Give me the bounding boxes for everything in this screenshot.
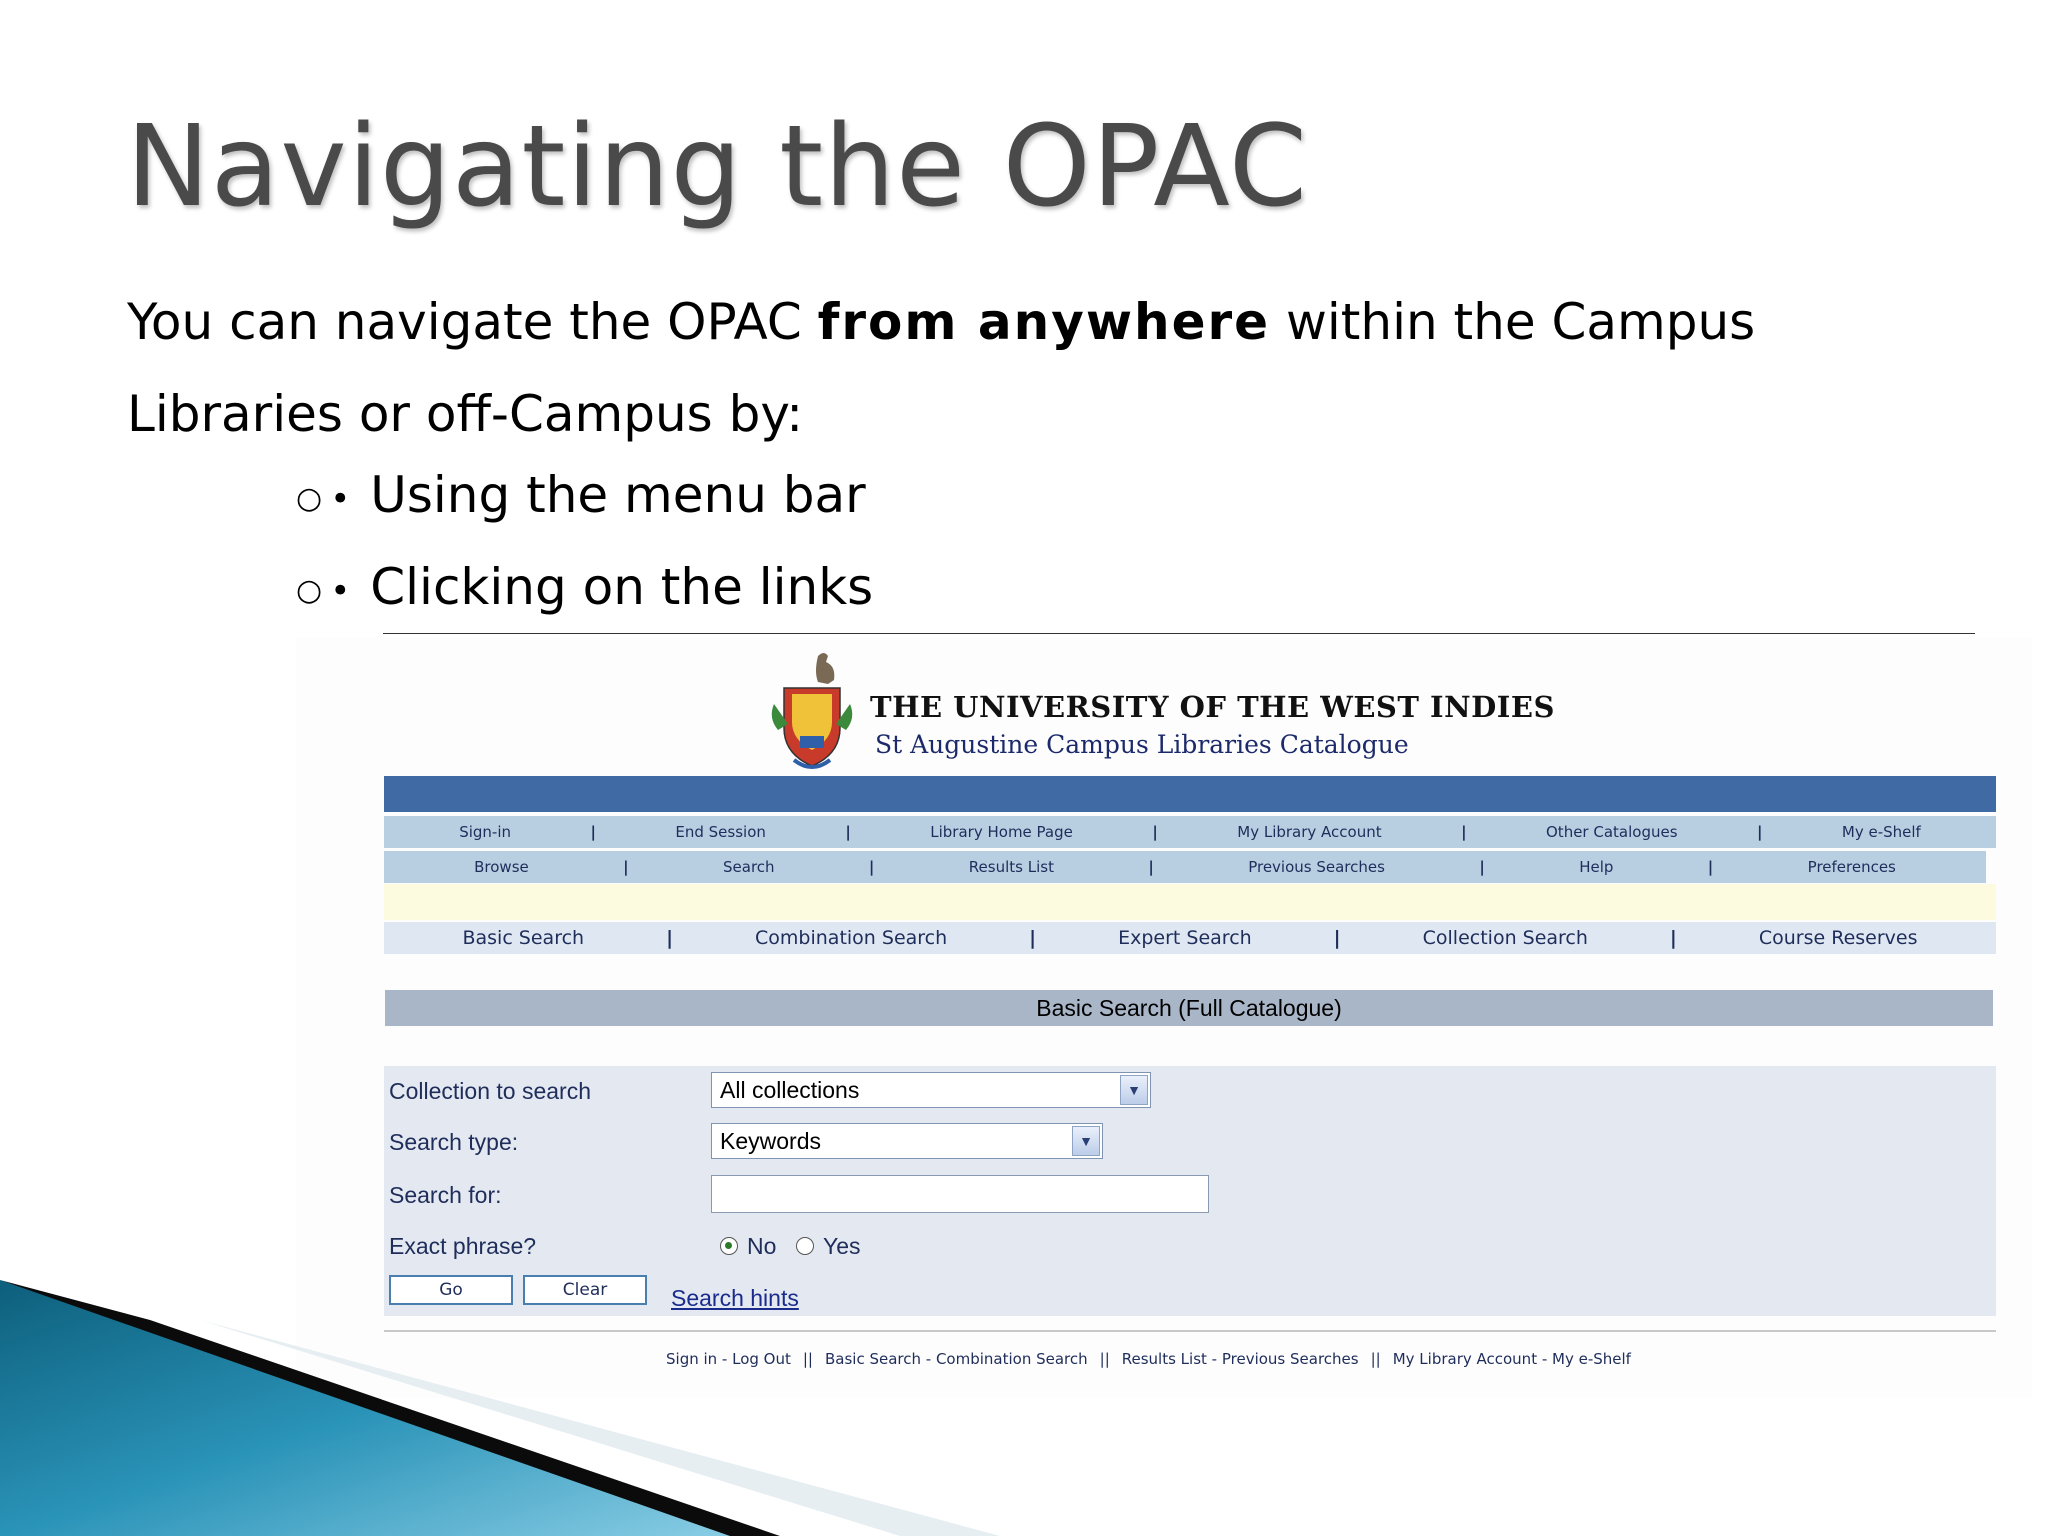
nav-separator: | (1148, 858, 1154, 876)
nav-end-session[interactable]: End Session (600, 823, 841, 841)
search-type-select[interactable]: Keywords ▼ (711, 1123, 1103, 1159)
intro-bold: from anywhere (817, 293, 1271, 351)
search-type-select-value: Keywords (720, 1128, 821, 1154)
exact-no-label: No (747, 1233, 777, 1259)
bullet-circle-icon: ○ (296, 573, 323, 608)
nav-my-library-account[interactable]: My Library Account (1162, 823, 1457, 841)
divider-line (383, 633, 1975, 634)
nav-separator: | (590, 823, 596, 841)
nav-other-catalogues[interactable]: Other Catalogues (1471, 823, 1753, 841)
slide-decoration (0, 1280, 1000, 1536)
message-bar (384, 884, 1996, 920)
tab-course-reserves[interactable]: Course Reserves (1680, 927, 1996, 949)
nav-preferences[interactable]: Preferences (1718, 858, 1986, 876)
slide-title: Navigating the OPAC (126, 102, 1309, 232)
exact-yes-radio[interactable] (796, 1237, 814, 1255)
nav-menu-row-2: Browse | Search | Results List | Previou… (384, 851, 1986, 883)
collection-select[interactable]: All collections ▼ (711, 1072, 1151, 1108)
nav-separator: | (1707, 858, 1714, 876)
nav-menu-row-1: Sign-in | End Session | Library Home Pag… (384, 816, 1996, 848)
footer-separator: || (1099, 1350, 1110, 1368)
bullet-circle-icon: ○ (296, 481, 323, 516)
chevron-down-icon[interactable]: ▼ (1120, 1075, 1148, 1105)
bullet-dot-icon: • (330, 570, 351, 611)
header-bar (384, 776, 1996, 812)
bullet-item: ○ • Clicking on the links (296, 558, 873, 616)
tab-basic-search[interactable]: Basic Search (384, 927, 663, 949)
intro-text: You can navigate the OPAC from anywhere … (127, 276, 1977, 460)
nav-separator: | (1152, 823, 1158, 841)
tab-combination-search[interactable]: Combination Search (677, 927, 1026, 949)
tab-separator: | (1333, 927, 1341, 949)
exact-phrase-label: Exact phrase? (389, 1233, 537, 1259)
nav-results-list[interactable]: Results List (879, 858, 1144, 876)
nav-separator: | (1461, 823, 1467, 841)
nav-separator: | (623, 858, 629, 876)
nav-search[interactable]: Search (633, 858, 865, 876)
nav-separator: | (1479, 858, 1485, 876)
nav-separator: | (845, 823, 851, 841)
nav-separator: | (868, 858, 875, 876)
collection-select-value: All collections (720, 1077, 860, 1103)
nav-sign-in[interactable]: Sign-in (384, 823, 586, 841)
search-input[interactable] (711, 1175, 1209, 1213)
footer-account-link[interactable]: My Library Account - My e-Shelf (1393, 1350, 1631, 1368)
nav-library-home-page[interactable]: Library Home Page (855, 823, 1148, 841)
nav-browse[interactable]: Browse (384, 858, 619, 876)
bullet-item: ○ • Using the menu bar (296, 466, 866, 524)
exact-yes-label: Yes (823, 1233, 861, 1259)
uwi-crest-icon (771, 653, 853, 769)
bullet-text: Clicking on the links (370, 558, 874, 616)
footer-separator: || (1370, 1350, 1381, 1368)
nav-my-e-shelf[interactable]: My e-Shelf (1767, 823, 1996, 841)
section-heading: Basic Search (Full Catalogue) (385, 990, 1993, 1026)
search-tabs: Basic Search | Combination Search | Expe… (384, 922, 1996, 954)
nav-previous-searches[interactable]: Previous Searches (1158, 858, 1475, 876)
collection-label: Collection to search (389, 1078, 591, 1104)
footer-results-link[interactable]: Results List - Previous Searches (1122, 1350, 1359, 1368)
chevron-down-icon[interactable]: ▼ (1072, 1126, 1100, 1156)
bullet-dot-icon: • (330, 478, 351, 519)
tab-collection-search[interactable]: Collection Search (1344, 927, 1666, 949)
search-type-label: Search type: (389, 1129, 519, 1155)
intro-prefix: You can navigate the OPAC (127, 293, 818, 351)
bullet-text: Using the menu bar (370, 466, 866, 524)
exact-no-radio[interactable] (720, 1237, 738, 1255)
tab-expert-search[interactable]: Expert Search (1040, 927, 1331, 949)
tab-separator: | (666, 927, 674, 949)
tab-separator: | (1029, 927, 1037, 949)
university-name: THE UNIVERSITY OF THE WEST INDIES (870, 690, 1555, 724)
search-for-label: Search for: (389, 1182, 502, 1208)
nav-help[interactable]: Help (1489, 858, 1703, 876)
tab-separator: | (1669, 927, 1677, 949)
catalogue-name: St Augustine Campus Libraries Catalogue (875, 730, 1409, 759)
nav-separator: | (1756, 823, 1763, 841)
